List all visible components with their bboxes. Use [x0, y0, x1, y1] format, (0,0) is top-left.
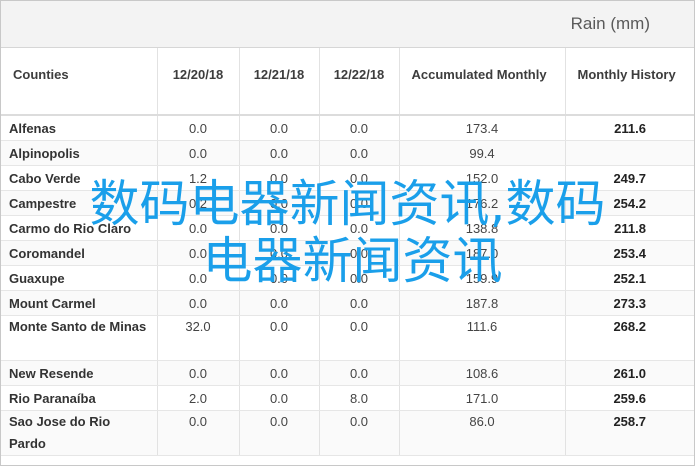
rain-table: Counties 12/20/18 12/21/18 12/22/18 Accu… — [1, 48, 694, 456]
date-1-cell: 0.0 — [156, 115, 239, 141]
table-row: Mount Carmel 0.0 0.0 0.0 187.8 273.3 — [1, 290, 694, 316]
date-3-cell: 0.0 — [318, 115, 399, 141]
date-3-cell: 0.0 — [318, 165, 399, 191]
date-2-cell: 0.0 — [238, 215, 319, 241]
date-3-cell: 0.0 — [318, 290, 399, 316]
date-2-cell: 0.0 — [238, 410, 319, 456]
county-cell: Coromandel — [1, 240, 157, 266]
date-1-cell: 32.0 — [156, 315, 239, 361]
date-3-cell: 8.0 — [318, 385, 399, 411]
accumulated-cell: 138.8 — [398, 215, 565, 241]
accumulated-cell: 159.9 — [398, 265, 565, 291]
county-cell: New Resende — [1, 360, 157, 386]
date-3-cell: 0.0 — [318, 410, 399, 456]
date-3-cell: 0.0 — [318, 190, 399, 216]
date-1-cell: 0.0 — [156, 265, 239, 291]
history-cell: 254.2 — [564, 190, 694, 216]
accumulated-cell: 99.4 — [398, 140, 565, 166]
county-cell: Sao Jose do Rio Pardo — [1, 410, 157, 456]
table-row: Monte Santo de Minas 32.0 0.0 0.0 111.6 268.2 — [1, 315, 694, 361]
history-cell: 253.4 — [564, 240, 694, 266]
date-2-cell: 0.0 — [238, 115, 319, 141]
date-3-cell: 0.0 — [318, 265, 399, 291]
date-1-cell: 0.0 — [156, 290, 239, 316]
column-header-date-2[interactable]: 12/21/18 — [238, 48, 319, 116]
date-1-cell: 0.0 — [156, 215, 239, 241]
history-cell: 259.6 — [564, 385, 694, 411]
date-2-cell: 0.0 — [238, 240, 319, 266]
widget-title: Rain (mm) — [570, 14, 650, 33]
date-2-cell: 0.0 — [238, 385, 319, 411]
county-cell: Rio Paranaíba — [1, 385, 157, 411]
column-header-accumulated[interactable]: Accumulated Monthly — [398, 48, 565, 116]
county-cell: Carmo do Rio Claro — [1, 215, 157, 241]
date-2-cell: 0.0 — [238, 140, 319, 166]
county-cell: Alfenas — [1, 115, 157, 141]
county-cell: Alpinopolis — [1, 140, 157, 166]
table-row: Campestre 0.2 0.0 0.0 176.2 254.2 — [1, 190, 694, 216]
history-cell: 252.1 — [564, 265, 694, 291]
history-cell: 268.2 — [564, 315, 694, 361]
accumulated-cell: 108.6 — [398, 360, 565, 386]
widget-header: Rain (mm) — [1, 1, 694, 48]
table-row: Alpinopolis 0.0 0.0 0.0 99.4 — [1, 140, 694, 166]
table-row: Rio Paranaíba 2.0 0.0 8.0 171.0 259.6 — [1, 385, 694, 411]
column-header-date-1[interactable]: 12/20/18 — [156, 48, 239, 116]
date-2-cell: 0.0 — [238, 190, 319, 216]
date-3-cell: 0.0 — [318, 215, 399, 241]
history-cell — [564, 140, 694, 166]
history-cell: 211.6 — [564, 115, 694, 141]
table-row: Sao Jose do Rio Pardo 0.0 0.0 0.0 86.0 258.7 — [1, 410, 694, 456]
county-cell: Monte Santo de Minas — [1, 315, 157, 361]
date-1-cell: 0.2 — [156, 190, 239, 216]
history-cell: 261.0 — [564, 360, 694, 386]
table-header-row: Counties 12/20/18 12/21/18 12/22/18 Accu… — [1, 48, 694, 116]
table-row: Coromandel 0.0 0.0 0.0 187.0 253.4 — [1, 240, 694, 266]
date-2-cell: 0.0 — [238, 165, 319, 191]
accumulated-cell: 111.6 — [398, 315, 565, 361]
accumulated-cell: 176.2 — [398, 190, 565, 216]
history-cell: 273.3 — [564, 290, 694, 316]
date-2-cell: 0.0 — [238, 290, 319, 316]
accumulated-cell: 152.0 — [398, 165, 565, 191]
history-cell: 258.7 — [564, 410, 694, 456]
history-cell: 249.7 — [564, 165, 694, 191]
date-1-cell: 1.2 — [156, 165, 239, 191]
accumulated-cell: 173.4 — [398, 115, 565, 141]
date-2-cell: 0.0 — [238, 360, 319, 386]
county-cell: Mount Carmel — [1, 290, 157, 316]
county-cell: Cabo Verde — [1, 165, 157, 191]
table-row: Carmo do Rio Claro 0.0 0.0 0.0 138.8 211.8 — [1, 215, 694, 241]
history-cell: 211.8 — [564, 215, 694, 241]
date-1-cell: 0.0 — [156, 410, 239, 456]
date-3-cell: 0.0 — [318, 240, 399, 266]
accumulated-cell: 187.8 — [398, 290, 565, 316]
accumulated-cell: 171.0 — [398, 385, 565, 411]
table-row: Cabo Verde 1.2 0.0 0.0 152.0 249.7 — [1, 165, 694, 191]
column-header-date-3[interactable]: 12/22/18 — [318, 48, 399, 116]
county-cell: Guaxupe — [1, 265, 157, 291]
county-cell: Campestre — [1, 190, 157, 216]
date-1-cell: 0.0 — [156, 360, 239, 386]
table-row: New Resende 0.0 0.0 0.0 108.6 261.0 — [1, 360, 694, 386]
date-1-cell: 0.0 — [156, 140, 239, 166]
table-row: Guaxupe 0.0 0.0 0.0 159.9 252.1 — [1, 265, 694, 291]
date-2-cell: 0.0 — [238, 315, 319, 361]
column-header-history[interactable]: Monthly History — [564, 48, 694, 116]
date-1-cell: 0.0 — [156, 240, 239, 266]
date-3-cell: 0.0 — [318, 140, 399, 166]
column-header-counties[interactable]: Counties — [1, 48, 157, 116]
accumulated-cell: 187.0 — [398, 240, 565, 266]
date-3-cell: 0.0 — [318, 315, 399, 361]
date-3-cell: 0.0 — [318, 360, 399, 386]
date-1-cell: 2.0 — [156, 385, 239, 411]
date-2-cell: 0.0 — [238, 265, 319, 291]
accumulated-cell: 86.0 — [398, 410, 565, 456]
table-row: Alfenas 0.0 0.0 0.0 173.4 211.6 — [1, 115, 694, 141]
rain-table-widget: Rain (mm) Counties 12/20/18 12/21/18 12/… — [0, 0, 695, 466]
